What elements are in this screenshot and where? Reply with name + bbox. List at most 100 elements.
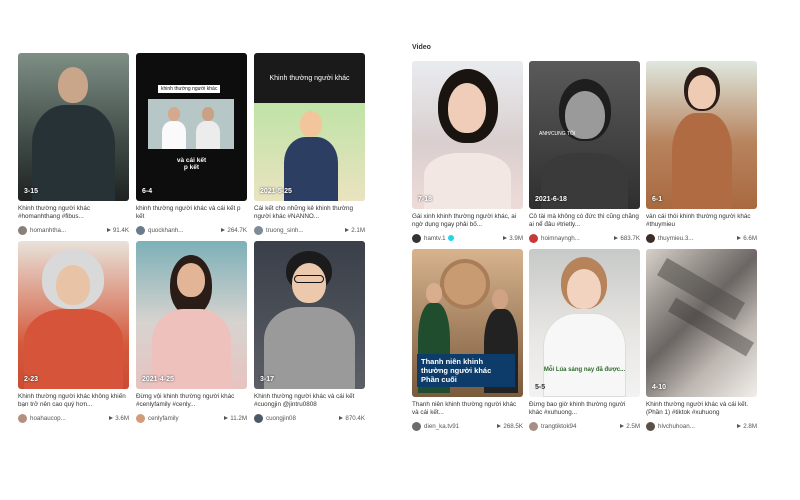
video-meta: homanhtha... 91.4K: [18, 225, 129, 235]
left-video-grid: 3-15 Khinh thường người khác #homanhthan…: [18, 53, 365, 423]
author-name[interactable]: homanhtha...: [30, 227, 107, 234]
video-thumbnail[interactable]: Mỗi Lúa sáng nay đã được... 5-5: [529, 249, 640, 397]
video-date: 3-17: [260, 376, 275, 383]
avatar[interactable]: [136, 413, 145, 423]
video-caption[interactable]: Khinh thường người khác không khiến bạn …: [18, 393, 129, 409]
video-date: 7-18: [418, 196, 433, 203]
video-caption[interactable]: Đừng bao giờ khinh thường người khác #xu…: [529, 401, 640, 417]
video-card[interactable]: 4-10 Khinh thường người khác và cái kết.…: [646, 249, 757, 431]
video-thumbnail[interactable]: 6-1: [646, 61, 757, 209]
view-count: 11.2M: [224, 415, 247, 422]
video-card[interactable]: Thanh niên khinh thường người khác Phần …: [412, 249, 523, 431]
avatar[interactable]: [254, 225, 263, 235]
video-thumbnail[interactable]: 3-17: [254, 241, 365, 389]
avatar[interactable]: [18, 413, 27, 423]
avatar[interactable]: [136, 225, 145, 235]
video-thumbnail[interactable]: Khinh thường người khác 2021-5-25: [254, 53, 365, 201]
video-meta: hoahaucop... 3.6M: [18, 413, 129, 423]
author-name[interactable]: hlvchuhoan...: [658, 423, 737, 430]
video-caption[interactable]: Cái kết cho những kẻ khinh thường người …: [254, 205, 365, 221]
view-count-value: 3.6M: [115, 414, 129, 422]
video-caption[interactable]: Cô tài mà không có đức thì cũng chẳng ai…: [529, 213, 640, 229]
avatar[interactable]: [18, 225, 27, 235]
play-icon: [106, 228, 111, 232]
author-name[interactable]: thuymieu.3...: [658, 235, 737, 242]
avatar[interactable]: [646, 233, 655, 243]
video-caption[interactable]: Thanh niên khinh thường người khác và cá…: [412, 401, 523, 417]
play-icon: [221, 228, 226, 232]
video-meta: hlvchuhoan... 2.8M: [646, 421, 757, 431]
video-card[interactable]: 2-23 Khinh thường người khác không khiến…: [18, 241, 129, 423]
play-icon: [737, 236, 742, 240]
video-card[interactable]: khinh thường người khác và cái kết p kết…: [136, 53, 247, 235]
video-caption[interactable]: Đừng vội khinh thường người khác #cenlyf…: [136, 393, 247, 409]
right-video-grid: 7-18 Gái xinh khinh thường người khác, a…: [412, 61, 757, 431]
avatar[interactable]: [529, 421, 538, 431]
person-head: [58, 67, 88, 103]
verified-badge-icon: [447, 234, 454, 241]
person-head: [448, 83, 486, 133]
video-thumbnail[interactable]: 2021-4-25: [136, 241, 247, 389]
video-card[interactable]: 7-18 Gái xinh khinh thường người khác, a…: [412, 61, 523, 243]
person-head: [56, 265, 90, 305]
play-icon: [737, 424, 742, 428]
overlay-caption-bottom: và cái kết p kết: [176, 157, 207, 171]
video-date: 2021-4-25: [142, 376, 174, 383]
person-body: [543, 313, 626, 397]
video-thumbnail[interactable]: Thanh niên khinh thường người khác Phần …: [412, 249, 523, 397]
video-caption[interactable]: Khinh thường người khác và cái kết #cuon…: [254, 393, 365, 409]
video-caption[interactable]: khinh thường người khác và cái kết p kết: [136, 205, 247, 221]
video-thumbnail[interactable]: ANH/CUNG TÔI 2021-6-18: [529, 61, 640, 209]
avatar[interactable]: [646, 421, 655, 431]
video-card[interactable]: Khinh thường người khác 2021-5-25 Cái kế…: [254, 53, 365, 235]
view-count: 2.1M: [345, 227, 365, 234]
avatar[interactable]: [254, 413, 263, 423]
video-thumbnail[interactable]: 7-18: [412, 61, 523, 209]
author-name[interactable]: hoimnayngh...: [541, 235, 614, 242]
play-icon: [503, 236, 508, 240]
video-date: 6-1: [652, 196, 663, 203]
person-head: [567, 269, 601, 309]
cartoon-body: [284, 137, 338, 201]
author-name[interactable]: quockhanh...: [148, 227, 221, 234]
view-count-value: 3.9M: [509, 234, 523, 242]
overlay-caption-top: Khinh thường người khác: [269, 75, 350, 82]
play-icon: [614, 236, 619, 240]
video-card[interactable]: 3-15 Khinh thường người khác #homanhthan…: [18, 53, 129, 235]
video-caption[interactable]: Gái xinh khinh thường người khác, ai ngờ…: [412, 213, 523, 229]
video-thumbnail[interactable]: khinh thường người khác và cái kết p kết…: [136, 53, 247, 201]
overlay-caption-top: Mỗi Lúa sáng nay đã được...: [543, 367, 626, 373]
author-name[interactable]: truong_sinh...: [266, 227, 345, 234]
video-thumbnail[interactable]: 3-15: [18, 53, 129, 201]
view-count-value: 870.4K: [345, 414, 365, 422]
author-name[interactable]: trangtiktok94: [541, 423, 620, 430]
video-card[interactable]: ANH/CUNG TÔI 2021-6-18 Cô tài mà không c…: [529, 61, 640, 243]
video-card[interactable]: 3-17 Khinh thường người khác và cái kết …: [254, 241, 365, 423]
wall-decoration: [440, 259, 490, 309]
video-card[interactable]: 6-1 vẫn cái thói khinh thường người khác…: [646, 61, 757, 243]
video-thumbnail[interactable]: 4-10: [646, 249, 757, 397]
author-name[interactable]: dien_ka.tv91: [424, 423, 497, 430]
video-caption[interactable]: vẫn cái thói khinh thường người khác #th…: [646, 213, 757, 229]
avatar[interactable]: [529, 233, 538, 243]
video-date: 2-23: [24, 376, 39, 383]
view-count: 870.4K: [339, 415, 365, 422]
author-name[interactable]: cuongjin08: [266, 415, 339, 422]
video-meta: dien_ka.tv91 268.5K: [412, 421, 523, 431]
author-name[interactable]: cenlyfamily: [148, 415, 224, 422]
video-caption[interactable]: Khinh thường người khác #homanhthang #fi…: [18, 205, 129, 221]
author-name[interactable]: hoahaucop...: [30, 415, 109, 422]
cartoon-head: [300, 111, 322, 137]
author-name[interactable]: hamtv.1: [424, 235, 503, 242]
avatar[interactable]: [412, 233, 421, 243]
video-thumbnail[interactable]: 2-23: [18, 241, 129, 389]
view-count: 91.4K: [106, 227, 129, 234]
view-count-value: 2.5M: [626, 422, 640, 430]
video-card[interactable]: Mỗi Lúa sáng nay đã được... 5-5 Đừng bao…: [529, 249, 640, 431]
video-card[interactable]: 2021-4-25 Đừng vội khinh thường người kh…: [136, 241, 247, 423]
avatar[interactable]: [412, 421, 421, 431]
video-date: 4-10: [652, 384, 667, 391]
video-caption[interactable]: Khinh thường người khác và cái kết. (Phầ…: [646, 401, 757, 417]
person-body: [24, 309, 123, 389]
video-meta: thuymieu.3... 6.6M: [646, 233, 757, 243]
